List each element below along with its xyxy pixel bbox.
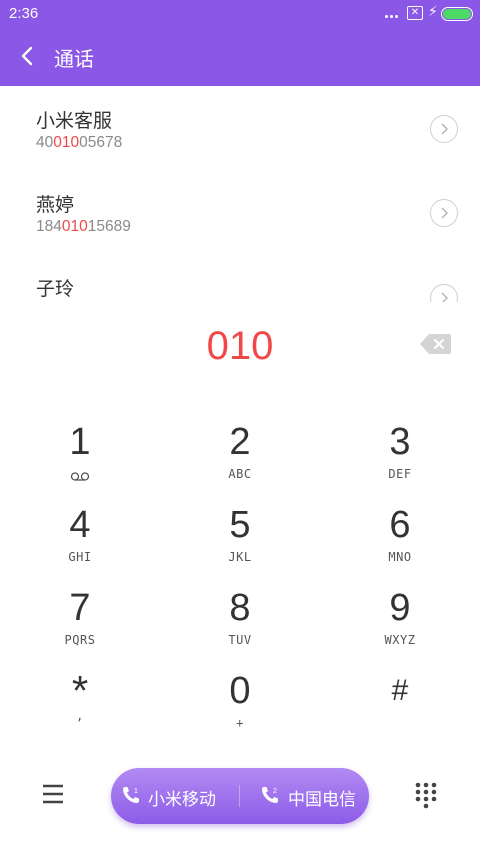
contact-name: 燕婷 xyxy=(36,194,75,216)
contact-row[interactable]: 子玲 xyxy=(0,254,480,302)
key-5[interactable]: 5 JKL xyxy=(160,503,320,585)
phone-sim1-icon: 1 xyxy=(123,787,139,803)
key-letters: JKL xyxy=(228,550,252,564)
key-letters: TUV xyxy=(228,633,252,647)
key-digit: 5 xyxy=(229,504,251,546)
chevron-right-icon xyxy=(441,292,448,302)
dialer-screen: 2:36 ✕ ⚡ 通话 小米客服 4001005678 燕婷 184010156… xyxy=(0,0,480,853)
key-8[interactable]: 8 TUV xyxy=(160,586,320,668)
svg-text:1: 1 xyxy=(134,788,138,795)
key-letters: PQRS xyxy=(64,633,96,647)
key-digit: 8 xyxy=(229,587,251,629)
sim-no-service-icon: ✕ xyxy=(407,6,423,20)
key-4[interactable]: 4 GHI xyxy=(0,503,160,585)
key-letters: WXYZ xyxy=(384,633,416,647)
key-1[interactable]: 1 xyxy=(0,420,160,502)
key-letters: MNO xyxy=(388,550,412,564)
charging-icon: ⚡ xyxy=(428,4,438,20)
call-button-group: 1 小米移动 2 中国电信 xyxy=(111,768,369,824)
contact-name: 子玲 xyxy=(36,278,75,300)
key-digit: 4 xyxy=(69,504,91,546)
more-notifications-icon xyxy=(385,8,403,20)
key-star[interactable]: * , xyxy=(0,669,160,751)
contact-row[interactable]: 小米客服 4001005678 xyxy=(0,86,480,170)
key-digit: 3 xyxy=(389,421,411,463)
contact-results-list: 小米客服 4001005678 燕婷 18401015689 子玲 xyxy=(0,86,480,302)
app-bar: 通话 xyxy=(0,28,480,86)
battery-icon xyxy=(441,7,473,21)
contact-detail-button[interactable] xyxy=(430,199,458,227)
key-letters: + xyxy=(236,716,244,730)
contact-row[interactable]: 燕婷 18401015689 xyxy=(0,170,480,254)
key-0[interactable]: 0 + xyxy=(160,669,320,751)
contact-name: 小米客服 xyxy=(36,110,113,132)
dialpad-toggle-icon[interactable] xyxy=(414,781,438,809)
contact-detail-button[interactable] xyxy=(430,115,458,143)
contact-number: 4001005678 xyxy=(36,134,123,151)
key-digit: 0 xyxy=(229,670,251,712)
key-letters: GHI xyxy=(68,550,92,564)
svg-text:2: 2 xyxy=(273,788,277,795)
number-match-highlight: 010 xyxy=(53,134,80,151)
key-7[interactable]: 7 PQRS xyxy=(0,586,160,668)
number-match-highlight: 010 xyxy=(61,218,88,235)
page-title: 通话 xyxy=(54,47,94,71)
voicemail-icon xyxy=(70,472,90,481)
key-letters: DEF xyxy=(388,467,412,481)
status-bar: 2:36 ✕ ⚡ xyxy=(0,0,480,28)
sim2-label: 中国电信 xyxy=(288,790,356,810)
chevron-right-icon xyxy=(441,123,448,135)
key-digit: 7 xyxy=(69,587,91,629)
menu-icon[interactable] xyxy=(40,782,66,806)
sim1-label: 小米移动 xyxy=(148,790,216,810)
key-letters: , xyxy=(76,709,84,723)
key-6[interactable]: 6 MNO xyxy=(320,503,480,585)
phone-sim2-icon: 2 xyxy=(262,787,278,803)
key-digit: * xyxy=(71,667,89,714)
key-digit: 2 xyxy=(229,421,251,463)
backspace-icon[interactable] xyxy=(420,333,451,355)
chevron-right-icon xyxy=(441,207,448,219)
dial-number-display: 010 xyxy=(206,324,274,368)
key-2[interactable]: 2 ABC xyxy=(160,420,320,502)
contact-number: 18401015689 xyxy=(36,218,131,235)
contact-detail-button[interactable] xyxy=(430,284,458,302)
key-3[interactable]: 3 DEF xyxy=(320,420,480,502)
call-sim2-button[interactable]: 2 中国电信 xyxy=(240,768,369,824)
status-time: 2:36 xyxy=(9,5,39,22)
key-letters: ABC xyxy=(228,467,252,481)
key-digit: # xyxy=(391,674,409,707)
key-digit: 1 xyxy=(69,421,91,463)
key-9[interactable]: 9 WXYZ xyxy=(320,586,480,668)
back-arrow-icon[interactable] xyxy=(14,42,42,70)
key-hash[interactable]: # xyxy=(320,669,480,751)
key-digit: 9 xyxy=(389,587,411,629)
key-digit: 6 xyxy=(389,504,411,546)
battery-level xyxy=(443,9,471,19)
call-sim1-button[interactable]: 1 小米移动 xyxy=(111,768,240,824)
